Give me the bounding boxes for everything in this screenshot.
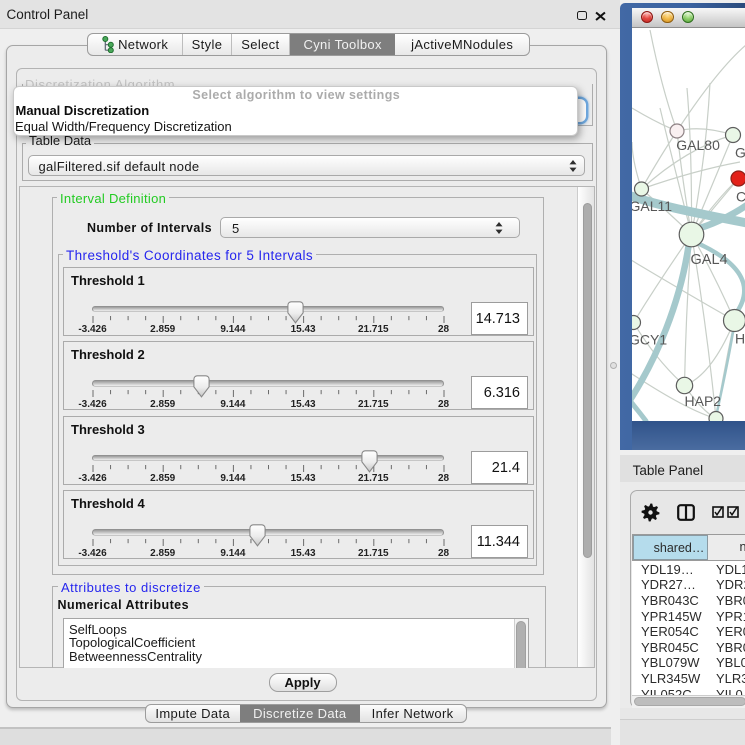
svg-text:GCY1: GCY1 (632, 332, 667, 348)
svg-text:HAP2: HAP2 (685, 393, 722, 409)
svg-text:GA: GA (735, 145, 745, 161)
svg-text:GAL4: GAL4 (691, 252, 728, 268)
svg-text:GAL11: GAL11 (632, 198, 672, 214)
svg-text:H: H (735, 331, 745, 347)
svg-text:GAL80: GAL80 (676, 137, 720, 153)
svg-text:C.: C. (736, 189, 745, 205)
